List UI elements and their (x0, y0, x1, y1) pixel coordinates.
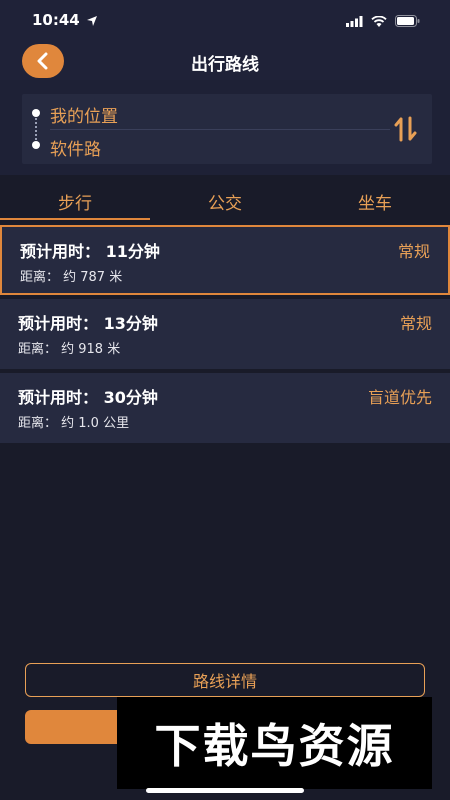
route-time: 预计用时： 11分钟 (20, 242, 160, 261)
route-details-button[interactable]: 路线详情 (25, 663, 425, 697)
origin-dot-icon (32, 109, 40, 117)
route-connector (35, 118, 37, 140)
battery-icon (395, 12, 420, 31)
mode-tabs: 步行 公交 坐车 (0, 180, 450, 220)
page-title: 出行路线 (191, 55, 259, 75)
route-area: 我的位置 软件路 (0, 80, 450, 175)
route-tag: 常规 (397, 242, 430, 261)
tab-bus[interactable]: 公交 (150, 180, 300, 220)
route-option[interactable]: 预计用时： 13分钟 距离： 约 918 米 常规 (0, 299, 450, 369)
tab-car[interactable]: 坐车 (300, 180, 450, 220)
destination-dot-icon (32, 141, 40, 149)
swap-icon[interactable] (394, 116, 418, 142)
status-bar: 10:44 (0, 0, 450, 40)
signal-icon (346, 12, 363, 31)
route-divider (50, 129, 390, 130)
origin-field[interactable]: 我的位置 (50, 102, 118, 127)
route-time: 预计用时： 13分钟 (18, 314, 158, 333)
status-time: 10:44 (32, 11, 80, 29)
route-distance: 距离： 约 918 米 (18, 342, 121, 357)
destination-field[interactable]: 软件路 (50, 135, 101, 160)
tab-walk[interactable]: 步行 (0, 180, 150, 220)
route-list: 预计用时： 11分钟 距离： 约 787 米 常规 预计用时： 13分钟 距离：… (0, 225, 450, 447)
route-distance: 距离： 约 787 米 (20, 270, 123, 285)
route-option[interactable]: 预计用时： 11分钟 距离： 约 787 米 常规 (0, 225, 450, 295)
route-tag: 常规 (399, 314, 432, 333)
route-box: 我的位置 软件路 (22, 94, 432, 164)
watermark: 下载鸟资源 (117, 697, 432, 789)
nav-bar: 出行路线 (0, 40, 450, 80)
home-indicator (146, 788, 304, 793)
status-icons (346, 12, 420, 31)
route-time: 预计用时： 30分钟 (18, 388, 158, 407)
location-arrow-icon (86, 12, 98, 31)
wifi-icon (371, 12, 387, 31)
route-option[interactable]: 预计用时： 30分钟 距离： 约 1.0 公里 盲道优先 (0, 373, 450, 443)
route-tag: 盲道优先 (367, 388, 432, 407)
route-distance: 距离： 约 1.0 公里 (18, 416, 130, 431)
